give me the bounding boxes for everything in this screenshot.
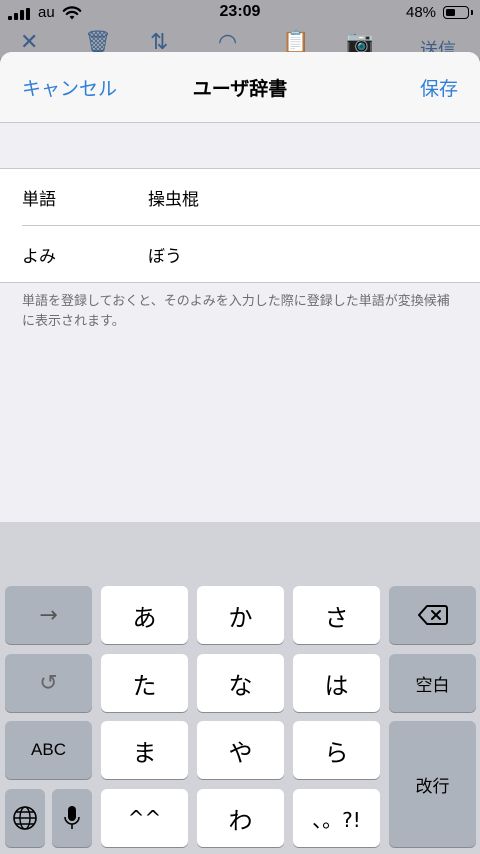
word-field[interactable]: 操虫棍	[148, 185, 199, 210]
close-icon: ✕	[20, 30, 39, 55]
key-na[interactable]: な	[197, 654, 284, 712]
key-ha[interactable]: は	[293, 654, 380, 712]
globe-key[interactable]	[5, 789, 45, 847]
reading-field[interactable]: ぼう	[148, 242, 182, 267]
save-button[interactable]: 保存	[420, 74, 458, 101]
status-bar: au 23:09 48%	[0, 0, 480, 28]
arrow-key[interactable]: →	[5, 586, 92, 644]
return-key[interactable]: 改行	[389, 721, 476, 847]
undo-key[interactable]: ↺	[5, 654, 92, 712]
key-wa[interactable]: わ	[197, 789, 284, 847]
key-ya[interactable]: や	[197, 721, 284, 779]
space-label: 空白	[415, 675, 450, 696]
footnote-text: 単語を登録しておくと、そのよみを入力した際に登録した単語が変換候補に表示されます…	[22, 294, 450, 329]
arrow-right-icon: →	[39, 602, 58, 628]
backspace-icon	[417, 605, 448, 625]
key-a[interactable]: あ	[101, 586, 188, 644]
key-ma[interactable]: ま	[101, 721, 188, 779]
user-dictionary-sheet: キャンセル ユーザ辞書 保存 単語 操虫棍 よみ ぼう 単語を登録しておくと、そ…	[0, 52, 480, 522]
globe-icon	[13, 806, 37, 830]
key-sa[interactable]: さ	[293, 586, 380, 644]
navigation-bar: キャンセル ユーザ辞書 保存	[0, 52, 480, 123]
page-title: ユーザ辞書	[192, 78, 288, 100]
key-ra[interactable]: ら	[293, 721, 380, 779]
undo-icon: ↺	[39, 670, 58, 696]
return-label: 改行	[415, 776, 450, 797]
keyboard: → あ か さ ↺ た な は 空白 ABC ま や ら 改行 ^^ わ 、。?…	[0, 522, 480, 854]
clipboard-icon: 📋	[282, 30, 310, 55]
key-ka[interactable]: か	[197, 586, 284, 644]
reading-label: よみ	[22, 247, 56, 267]
battery-icon	[443, 6, 473, 19]
microphone-icon	[64, 806, 80, 829]
dakuten-label: ^^	[127, 806, 162, 830]
delete-key[interactable]	[389, 586, 476, 644]
pin-icon: ◠	[218, 30, 238, 55]
word-label: 単語	[22, 190, 56, 210]
move-icon: ⇅	[150, 30, 169, 55]
key-punctuation[interactable]: 、。?!	[293, 789, 380, 847]
reading-row[interactable]: よみ ぼう	[0, 226, 480, 283]
form-group: 単語 操虫棍 よみ ぼう	[0, 168, 480, 283]
abc-key[interactable]: ABC	[5, 721, 92, 779]
battery-percent: 48%	[406, 4, 437, 21]
key-dakuten[interactable]: ^^	[101, 789, 188, 847]
space-key[interactable]: 空白	[389, 654, 476, 712]
camera-icon: 📷	[346, 30, 374, 55]
key-ta[interactable]: た	[101, 654, 188, 712]
punctuation-label: 、。?!	[312, 807, 361, 832]
trash-icon: 🗑	[84, 30, 112, 55]
word-row[interactable]: 単語 操虫棍	[0, 169, 480, 226]
mic-key[interactable]	[52, 789, 92, 847]
abc-label: ABC	[31, 740, 66, 759]
